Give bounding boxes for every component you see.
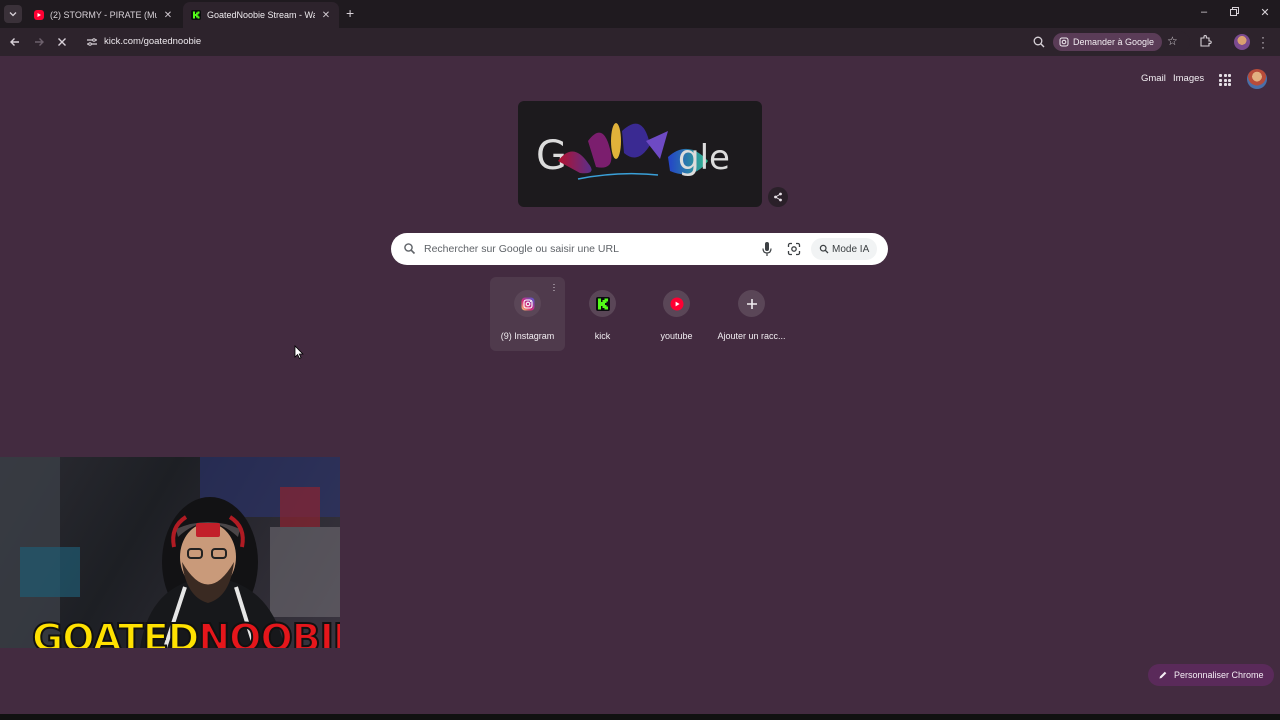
tab-title: (2) STORMY - PIRATE (Music Vi	[50, 10, 157, 20]
lens-icon	[1059, 37, 1069, 47]
ai-mode-label: Mode IA	[832, 243, 870, 255]
arrow-right-icon	[35, 38, 44, 46]
more-actions-icon[interactable]: · · ·	[551, 280, 557, 295]
images-link[interactable]: Images	[1173, 73, 1204, 84]
taskbar-edge	[0, 714, 1280, 720]
ask-google-label: Demander à Google	[1073, 37, 1155, 47]
url-text: kick.com/goatednoobie	[104, 36, 202, 47]
account-avatar[interactable]	[1247, 69, 1267, 89]
shortcut-label: (9) Instagram	[500, 331, 555, 341]
shortcut-kick[interactable]: kick	[565, 277, 640, 351]
gmail-link[interactable]: Gmail	[1141, 73, 1166, 84]
toolbar: kick.com/goatednoobie Demander à Google …	[0, 28, 1280, 56]
shortcut-youtube[interactable]: youtube	[639, 277, 714, 351]
kick-icon	[191, 10, 201, 20]
close-icon	[58, 38, 66, 46]
streamer-name-logo: GOATEDNOOBIE	[31, 616, 340, 648]
close-window-icon[interactable]: ✕	[1258, 6, 1272, 19]
arrow-left-icon	[10, 38, 19, 46]
stop-loading-button[interactable]	[54, 34, 70, 50]
shortcut-instagram[interactable]: · · · (9) Instagram	[490, 277, 565, 351]
instagram-icon	[521, 297, 534, 310]
back-button[interactable]	[7, 34, 23, 50]
doodle-image: G gle	[536, 123, 730, 180]
tab-title: GoatedNoobie Stream - Watch	[207, 10, 315, 20]
shortcut-add[interactable]: Ajouter un racc...	[714, 277, 789, 351]
tab-youtube[interactable]: (2) STORMY - PIRATE (Music Vi ✕	[26, 2, 181, 28]
chevron-down-icon	[9, 12, 17, 17]
minimize-icon[interactable]: –	[1197, 6, 1211, 18]
shortcut-icon-circle	[738, 290, 765, 317]
ai-search-icon	[819, 244, 829, 254]
close-tab-icon[interactable]: ✕	[163, 10, 173, 21]
tab-search-button[interactable]	[4, 5, 22, 23]
name-part-goated: GOATED	[31, 616, 200, 648]
shortcut-icon-circle	[589, 290, 616, 317]
search-box[interactable]: Mode IA	[391, 233, 888, 265]
shortcut-icon-circle	[663, 290, 690, 317]
site-info-icon[interactable]	[86, 36, 98, 48]
plus-icon	[746, 298, 757, 309]
more-menu-icon[interactable]: · · ·	[1259, 31, 1267, 53]
forward-button[interactable]	[31, 34, 47, 50]
customize-label: Personnaliser Chrome	[1174, 670, 1264, 680]
search-input[interactable]	[424, 241, 754, 257]
name-part-noobie: NOOBIE	[197, 616, 340, 648]
kick-icon	[595, 296, 610, 311]
share-doodle-button[interactable]	[768, 187, 788, 207]
google-lens-icon[interactable]	[787, 242, 801, 256]
svg-text:G: G	[536, 133, 567, 179]
search-icon	[404, 243, 416, 255]
new-tab-button[interactable]: +	[346, 6, 354, 20]
restore-icon[interactable]	[1227, 6, 1241, 19]
mouse-cursor-icon	[294, 345, 304, 359]
address-bar[interactable]: kick.com/goatednoobie Demander à Google …	[80, 31, 1190, 53]
youtube-icon	[34, 10, 44, 20]
tab-strip: (2) STORMY - PIRATE (Music Vi ✕ GoatedNo…	[0, 0, 1280, 28]
microphone-icon[interactable]	[761, 241, 773, 257]
ask-google-button[interactable]: Demander à Google	[1053, 33, 1163, 51]
shortcut-label: Ajouter un racc...	[717, 331, 786, 341]
svg-text:gle: gle	[678, 138, 730, 178]
shortcut-label: kick	[594, 331, 611, 341]
extensions-icon[interactable]	[1198, 35, 1212, 49]
bookmark-star-icon[interactable]: ☆	[1167, 34, 1178, 48]
shortcut-icon-circle	[514, 290, 541, 317]
webcam-overlay: GOATEDNOOBIE	[0, 457, 340, 648]
youtube-icon	[670, 297, 683, 310]
profile-avatar[interactable]	[1234, 34, 1250, 50]
close-tab-icon[interactable]: ✕	[321, 10, 331, 21]
google-doodle[interactable]: G gle	[518, 101, 762, 207]
customize-chrome-button[interactable]: Personnaliser Chrome	[1148, 664, 1274, 686]
search-icon[interactable]	[1032, 35, 1046, 49]
tab-kick[interactable]: GoatedNoobie Stream - Watch ✕	[183, 2, 339, 28]
pencil-icon	[1159, 671, 1167, 679]
ai-mode-button[interactable]: Mode IA	[811, 238, 878, 260]
share-icon	[774, 192, 782, 202]
google-apps-icon[interactable]	[1219, 74, 1231, 86]
shortcut-label: youtube	[660, 331, 693, 341]
